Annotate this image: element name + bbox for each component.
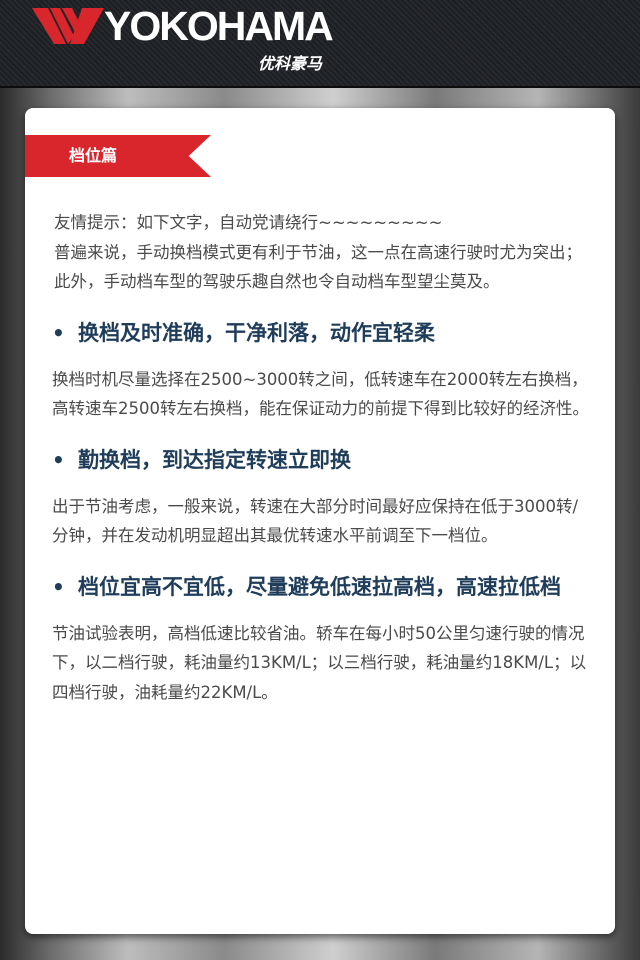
brand-logo-text: YOKOHAMA [104, 3, 334, 49]
header-bar: YOKOHAMA 优科豪马 [0, 0, 640, 88]
section-heading-text: 档位宜高不宜低，尽量避免低速拉高档，高速拉低档 [78, 574, 561, 599]
intro-text: 普遍来说，手动换档模式更有利于节油，这一点在高速行驶时尤为突出；此外，手动档车型… [54, 242, 582, 292]
section-body: 节油试验表明，高档低速比较省油。轿车在每小时50公里匀速行驶的情况下，以二档行驶… [52, 623, 587, 702]
bullet-icon: • [52, 320, 65, 345]
section-heading: • 换档及时准确，干净利落，动作宜轻柔 [52, 318, 592, 348]
article-content: 友情提示：如下文字，自动党请绕行~~~~~~~~~ 普遍来说，手动换档模式更有利… [52, 208, 592, 707]
yokohama-logo-mark [32, 8, 104, 44]
bullet-icon: • [52, 447, 65, 472]
section-heading-text: 换档及时准确，干净利落，动作宜轻柔 [78, 320, 435, 345]
section-body: 出于节油考虑，一般来说，转速在大部分时间最好应保持在低于3000转/分钟，并在发… [52, 496, 579, 546]
section-ribbon: 档位篇 [25, 135, 211, 177]
section-heading-text: 勤换档，到达指定转速立即换 [78, 447, 351, 472]
section-heading: • 档位宜高不宜低，尽量避免低速拉高档，高速拉低档 [52, 572, 592, 602]
bullet-icon: • [52, 574, 65, 599]
article-card: 档位篇 友情提示：如下文字，自动党请绕行~~~~~~~~~ 普遍来说，手动换档模… [25, 108, 615, 934]
intro-tip: 友情提示：如下文字，自动党请绕行~~~~~~~~~ [54, 213, 443, 232]
ribbon-label: 档位篇 [69, 146, 118, 165]
section-heading: • 勤换档，到达指定转速立即换 [52, 445, 592, 475]
section-body: 换档时机尽量选择在2500~3000转之间，低转速车在2000转左右换档，高转速… [52, 369, 589, 419]
brand-chinese-name: 优科豪马 [258, 54, 323, 73]
